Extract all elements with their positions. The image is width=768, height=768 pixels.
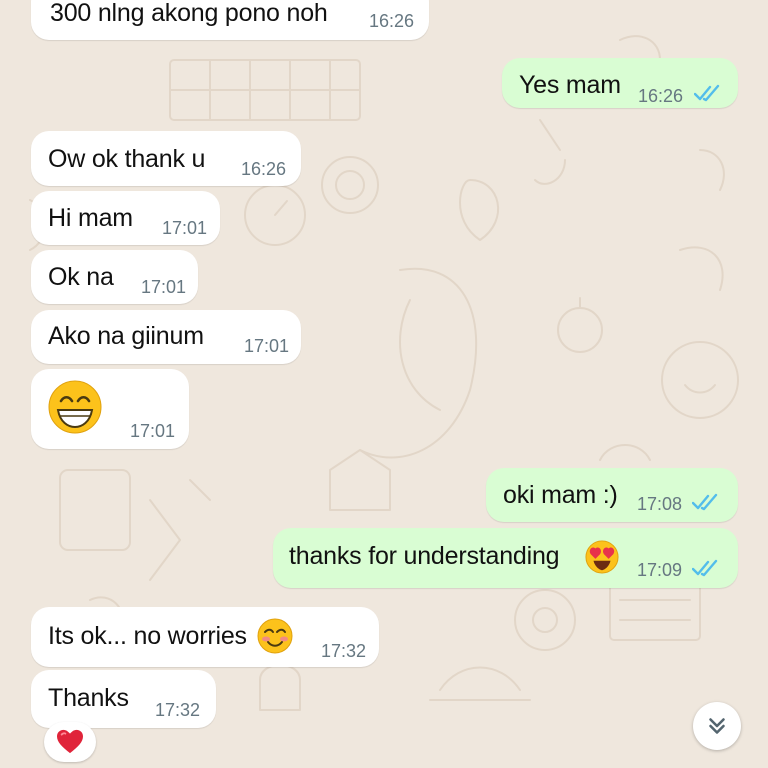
smiling-blush-emoji xyxy=(257,618,293,654)
message-text: Thanks xyxy=(48,684,129,712)
message-time: 17:01 xyxy=(141,277,187,297)
message-time: 17:01 xyxy=(130,421,176,441)
message-time: 17:32 xyxy=(155,700,201,720)
message-bubble-incoming[interactable]: Ow ok thank u 16:26 xyxy=(31,131,301,186)
scroll-to-bottom-button[interactable] xyxy=(693,702,741,750)
message-bubble-incoming[interactable]: 300 nlng akong pono noh 16:26 xyxy=(31,0,429,40)
message-time: 17:01 xyxy=(244,336,290,356)
message-text: Its ok... no worries xyxy=(48,622,247,650)
message-time: 17:08 xyxy=(637,494,683,514)
double-chevron-down-icon xyxy=(709,718,725,734)
message-bubble-incoming[interactable]: 17:01 xyxy=(31,369,189,449)
message-time: 17:09 xyxy=(637,560,683,580)
message-text: Ow ok thank u xyxy=(48,145,206,173)
message-time: 16:26 xyxy=(241,159,287,179)
message-text: Yes mam xyxy=(519,71,621,99)
reaction-badge[interactable] xyxy=(44,722,96,762)
message-text: thanks for understanding xyxy=(289,542,560,570)
message-bubble-incoming[interactable]: Its ok... no worries 17:32 xyxy=(31,607,379,667)
message-bubble-outgoing[interactable]: Yes mam 16:26 xyxy=(502,58,738,108)
message-text: Ako na giinum xyxy=(48,322,204,350)
message-text: 300 nlng akong pono noh xyxy=(50,0,328,27)
message-text: Hi mam xyxy=(48,204,133,232)
message-text: oki mam :) xyxy=(503,481,618,509)
message-bubble-outgoing[interactable]: thanks for understanding 17:09 xyxy=(273,528,738,588)
double-check-icon xyxy=(692,559,718,577)
message-time: 16:26 xyxy=(369,11,415,31)
message-bubble-outgoing[interactable]: oki mam :) 17:08 xyxy=(486,468,738,522)
message-text: Ok na xyxy=(48,263,114,291)
message-bubble-incoming[interactable]: Ok na 17:01 xyxy=(31,250,198,304)
double-check-icon xyxy=(694,84,720,102)
message-bubble-incoming[interactable]: Hi mam 17:01 xyxy=(31,191,220,245)
message-bubble-incoming[interactable]: Ako na giinum 17:01 xyxy=(31,310,301,364)
heart-eyes-emoji xyxy=(585,540,619,574)
message-time: 17:01 xyxy=(162,218,208,238)
message-time: 17:32 xyxy=(321,641,367,661)
red-heart-emoji xyxy=(57,729,83,754)
grinning-face-emoji xyxy=(48,380,102,434)
message-time: 16:26 xyxy=(638,86,684,106)
message-bubble-incoming[interactable]: Thanks 17:32 xyxy=(31,670,216,728)
double-check-icon xyxy=(692,493,718,511)
